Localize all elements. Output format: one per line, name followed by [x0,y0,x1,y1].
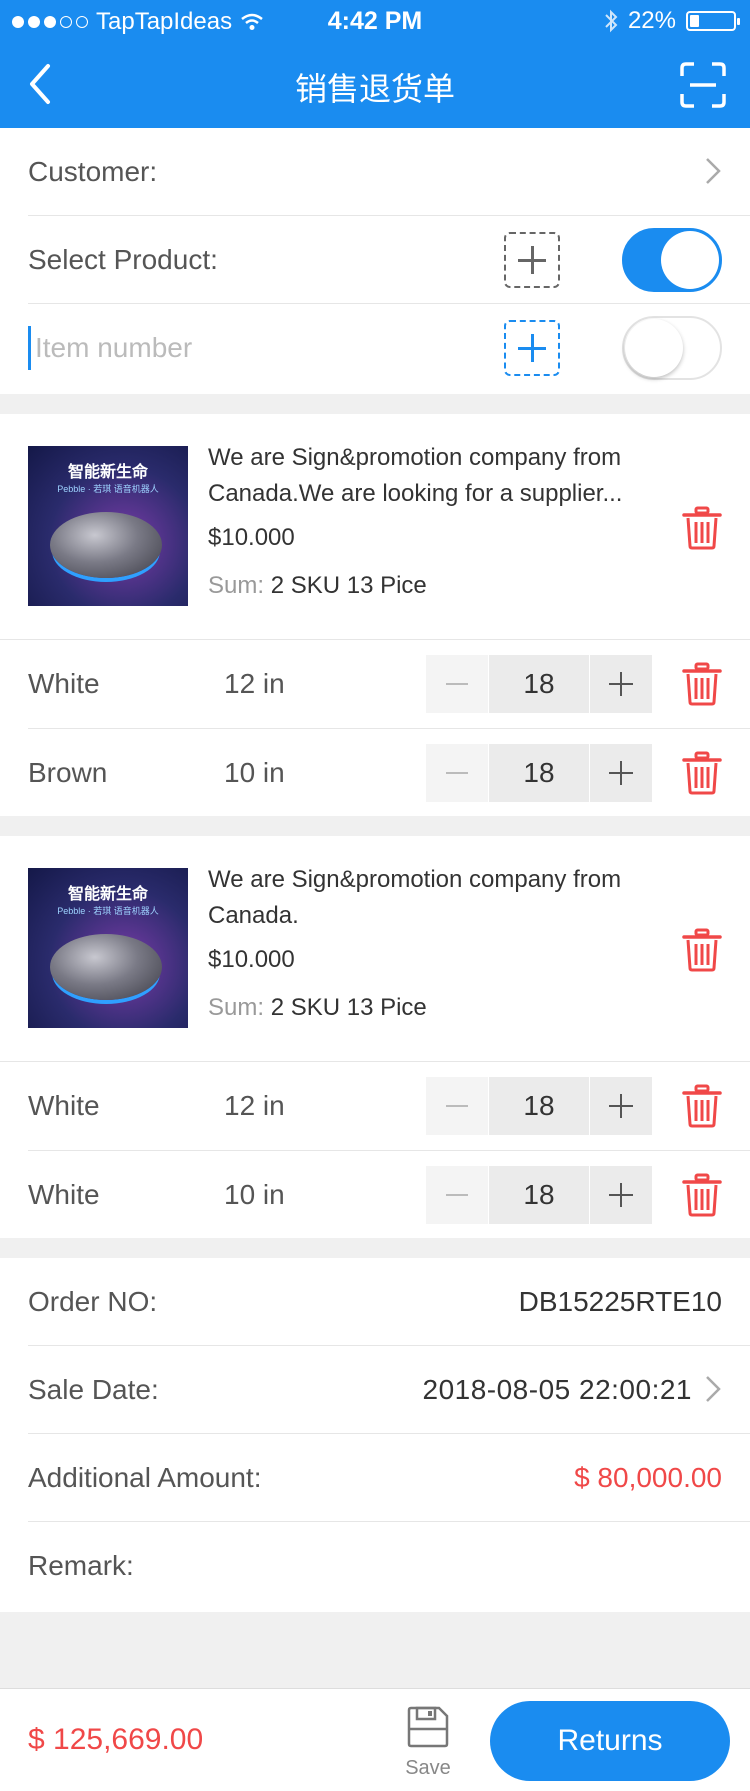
quantity-stepper: 18 [426,1077,652,1135]
battery-level [690,15,699,27]
app-header: TapTapIdeas 4:42 PM 22% 销售退货单 [0,0,750,128]
variant-size: 10 in [224,757,285,788]
select-product-toggle[interactable] [622,228,722,292]
quantity-stepper: 18 [426,655,652,713]
variant-color: White [28,1179,100,1210]
product-image: 智能新生命 Pebble · 若琪 语音机器人 [28,868,188,1028]
trash-icon[interactable] [682,928,722,972]
product-image-subtitle: Pebble · 若琪 语音机器人 [57,906,159,916]
chevron-right-icon [706,1376,721,1402]
order-no-value: DB15225RTE10 [518,1286,722,1317]
form-block: Customer: Select Product: [0,128,750,394]
product-price: $10.000 [208,524,295,551]
additional-amount-row[interactable]: Additional Amount: $ 80,000.00 [28,1434,750,1522]
variant-row: White 12 in 18 [28,640,750,729]
select-product-row: Select Product: [28,216,750,304]
add-item-button[interactable] [504,320,560,376]
battery-icon [686,11,740,31]
page-title: 销售退货单 [294,70,455,108]
sum-value: 2 SKU 13 Pice [270,572,427,599]
toggle-knob [661,231,719,289]
increment-button[interactable] [590,655,652,713]
remark-row[interactable]: Remark: [28,1522,750,1610]
add-product-button[interactable] [504,232,560,288]
product-header: 智能新生命 Pebble · 若琪 语音机器人 We are Sign&prom… [0,836,750,1062]
bottom-bar: $ 125,669.00 Save Returns [0,1688,750,1791]
item-number-toggle[interactable] [622,316,722,380]
status-right: 22% [604,7,740,35]
decrement-button[interactable] [426,1077,488,1135]
select-product-label: Select Product: [28,244,218,275]
increment-button[interactable] [590,1166,652,1224]
additional-amount-value: $ 80,000.00 [574,1462,722,1493]
sum-value: 2 SKU 13 Pice [270,994,427,1021]
variant-row: White 12 in 18 [28,1062,750,1151]
order-no-row: Order NO: DB15225RTE10 [28,1258,750,1346]
variant-color: White [28,668,100,699]
decrement-button[interactable] [426,744,488,802]
pebble-device [50,934,162,1000]
sale-date-label: Sale Date: [28,1374,159,1405]
returns-button[interactable]: Returns [490,1701,730,1781]
item-number-row [28,304,750,392]
variant-row: Brown 10 in 18 [28,729,750,818]
sale-date-value: 2018-08-05 22:00:21 [422,1374,692,1405]
product-sum: Sum: 2 SKU 13 Pice [208,572,427,600]
order-info-block: Order NO: DB15225RTE10 Sale Date: 2018-0… [0,1258,750,1612]
quantity-value[interactable]: 18 [489,744,589,802]
product-sum: Sum: 2 SKU 13 Pice [208,994,427,1022]
quantity-stepper: 18 [426,1166,652,1224]
bluetooth-icon [605,9,618,33]
product-image-title: 智能新生命 [67,462,148,481]
increment-button[interactable] [590,1077,652,1135]
additional-amount-label: Additional Amount: [28,1462,262,1493]
trash-icon[interactable] [682,1084,722,1128]
quantity-stepper: 18 [426,744,652,802]
product-card: 智能新生命 Pebble · 若琪 语音机器人 We are Sign&prom… [0,414,750,816]
variant-size: 12 in [224,668,285,699]
battery-percent: 22% [627,7,676,34]
variant-size: 10 in [224,1179,285,1210]
product-image: 智能新生命 Pebble · 若琪 语音机器人 [28,446,188,606]
product-name: We are Sign&promotion company from Canad… [208,444,623,507]
sale-date-row[interactable]: Sale Date: 2018-08-05 22:00:21 [28,1346,750,1434]
total-amount: $ 125,669.00 [28,1723,204,1756]
trash-icon[interactable] [682,662,722,706]
customer-row[interactable]: Customer: [28,128,750,216]
variant-size: 12 in [224,1090,285,1121]
scan-icon[interactable] [680,62,726,108]
save-label: Save [405,1757,451,1779]
save-icon [407,1706,449,1748]
remark-label: Remark: [28,1550,134,1581]
status-bar: TapTapIdeas 4:42 PM 22% [0,0,750,40]
quantity-value[interactable]: 18 [489,1077,589,1135]
increment-button[interactable] [590,744,652,802]
customer-label: Customer: [28,156,158,187]
quantity-value[interactable]: 18 [489,1166,589,1224]
product-price: $10.000 [208,946,295,973]
product-image-subtitle: Pebble · 若琪 语音机器人 [57,484,159,494]
product-card: 智能新生命 Pebble · 若琪 语音机器人 We are Sign&prom… [0,836,750,1238]
toggle-knob [625,319,683,377]
product-image-title: 智能新生命 [67,884,148,903]
chevron-right-icon [706,158,721,184]
order-no-label: Order NO: [28,1286,158,1317]
trash-icon[interactable] [682,1173,722,1217]
quantity-value[interactable]: 18 [489,655,589,713]
save-button[interactable]: Save [398,1703,458,1781]
decrement-button[interactable] [426,655,488,713]
item-number-input[interactable] [28,326,448,370]
variant-color: White [28,1090,100,1121]
sum-label: Sum: [208,572,265,599]
variant-row: White 10 in 18 [28,1151,750,1240]
variant-color: Brown [28,757,108,788]
pebble-device [50,512,162,578]
decrement-button[interactable] [426,1166,488,1224]
product-name: We are Sign&promotion company from Canad… [208,866,622,929]
product-header: 智能新生命 Pebble · 若琪 语音机器人 We are Sign&prom… [0,414,750,640]
trash-icon[interactable] [682,751,722,795]
trash-icon[interactable] [682,506,722,550]
sum-label: Sum: [208,994,265,1021]
